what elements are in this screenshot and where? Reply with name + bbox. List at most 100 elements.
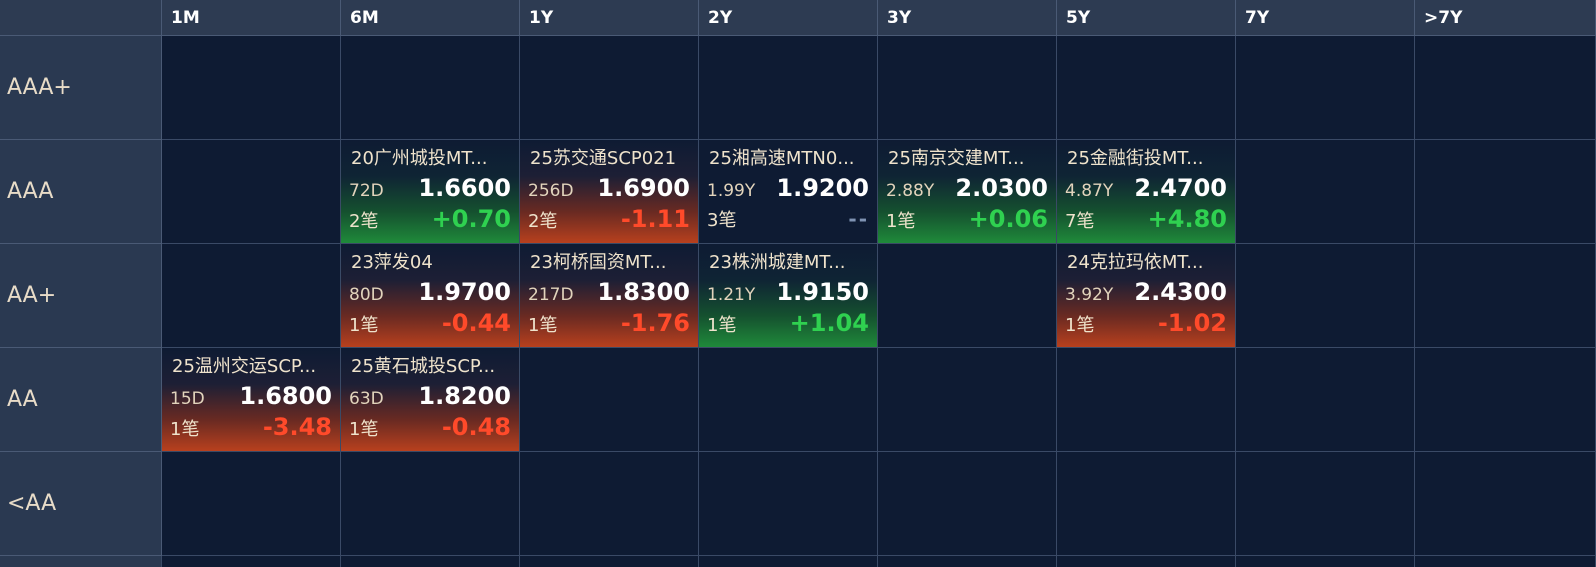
matrix-cell-r4-c2	[520, 452, 699, 556]
bond-card[interactable]: 24克拉玛依MT... 3.92Y 2.4300 1笔 -1.02	[1057, 244, 1235, 347]
tail-cell-6	[1236, 556, 1415, 567]
col-header-gt7y[interactable]: >7Y	[1415, 0, 1596, 36]
bond-yield: 1.8200	[418, 382, 511, 410]
bond-yield-change: -3.48	[262, 413, 332, 441]
col-header-1m[interactable]: 1M	[162, 0, 341, 36]
matrix-cell-r2-c4	[878, 244, 1057, 348]
matrix-cell-r3-c3	[699, 348, 878, 452]
bond-name: 25湘高速MTN0...	[709, 148, 855, 169]
bond-yield: 2.4300	[1134, 278, 1227, 306]
bond-card[interactable]: 25苏交通SCP021 256D 1.6900 2笔 -1.11	[520, 140, 698, 243]
matrix-cell-r3-c2	[520, 348, 699, 452]
bond-remaining-tenor: 4.87Y	[1065, 181, 1114, 201]
tail-cell-4	[878, 556, 1057, 567]
bond-yield-change: +1.04	[789, 309, 869, 337]
bond-trade-count: 1笔	[886, 211, 916, 232]
matrix-cell-r3-c7	[1415, 348, 1596, 452]
bond-card[interactable]: 25南京交建MT... 2.88Y 2.0300 1笔 +0.06	[878, 140, 1056, 243]
bond-name: 25南京交建MT...	[888, 148, 1025, 169]
bond-yield: 2.4700	[1134, 174, 1227, 202]
tail-cell-7	[1415, 556, 1596, 567]
matrix-cell-r2-c1: 23萍发04 80D 1.9700 1笔 -0.44	[341, 244, 520, 348]
bond-trade-count: 3笔	[707, 210, 737, 231]
bond-yield: 1.9150	[776, 278, 869, 306]
bond-trade-count: 1笔	[528, 315, 558, 336]
bond-yield-change: +0.70	[431, 205, 511, 233]
matrix-cell-r2-c3: 23株洲城建MT... 1.21Y 1.9150 1笔 +1.04	[699, 244, 878, 348]
bond-card[interactable]: 25金融街投MT... 4.87Y 2.4700 7笔 +4.80	[1057, 140, 1235, 243]
bond-trade-count: 1笔	[349, 419, 379, 440]
bond-yield: 1.8300	[597, 278, 690, 306]
bond-card[interactable]: 20广州城投MT... 72D 1.6600 2笔 +0.70	[341, 140, 519, 243]
matrix-cell-r4-c0	[162, 452, 341, 556]
matrix-cell-r3-c5	[1057, 348, 1236, 452]
row-header-1[interactable]: AAA	[0, 140, 162, 244]
col-header-3y[interactable]: 3Y	[878, 0, 1057, 36]
row-header-3[interactable]: AA	[0, 348, 162, 452]
bond-card[interactable]: 25温州交运SCP... 15D 1.6800 1笔 -3.48	[162, 348, 340, 451]
bond-name: 25黄石城投SCP...	[351, 356, 496, 377]
matrix-cell-r1-c7	[1415, 140, 1596, 244]
bond-remaining-tenor: 72D	[349, 181, 384, 201]
bond-yield: 2.0300	[955, 174, 1048, 202]
matrix-cell-r4-c1	[341, 452, 520, 556]
bond-remaining-tenor: 2.88Y	[886, 181, 935, 201]
matrix-cell-r4-c7	[1415, 452, 1596, 556]
matrix-cell-r0-c4	[878, 36, 1057, 140]
bond-remaining-tenor: 256D	[528, 181, 574, 201]
tail-cell-0	[162, 556, 341, 567]
matrix-cell-r2-c5: 24克拉玛依MT... 3.92Y 2.4300 1笔 -1.02	[1057, 244, 1236, 348]
row-header-4[interactable]: <AA	[0, 452, 162, 556]
tail-cell-1	[341, 556, 520, 567]
bond-remaining-tenor: 1.99Y	[707, 181, 756, 201]
matrix-cell-r2-c2: 23柯桥国资MT... 217D 1.8300 1笔 -1.76	[520, 244, 699, 348]
bond-card[interactable]: 25湘高速MTN0... 1.99Y 1.9200 3笔 --	[699, 140, 877, 243]
bond-trade-count: 1笔	[170, 419, 200, 440]
bond-name: 25温州交运SCP...	[172, 356, 317, 377]
matrix-cell-r1-c4: 25南京交建MT... 2.88Y 2.0300 1笔 +0.06	[878, 140, 1057, 244]
matrix-cell-r4-c5	[1057, 452, 1236, 556]
matrix-cell-r0-c3	[699, 36, 878, 140]
tail-row-header	[0, 556, 162, 567]
col-header-6m[interactable]: 6M	[341, 0, 520, 36]
bond-name: 23株洲城建MT...	[709, 252, 846, 273]
col-header-2y[interactable]: 2Y	[699, 0, 878, 36]
bond-yield-change: +0.06	[968, 205, 1048, 233]
bond-card[interactable]: 23萍发04 80D 1.9700 1笔 -0.44	[341, 244, 519, 347]
bond-card[interactable]: 25黄石城投SCP... 63D 1.8200 1笔 -0.48	[341, 348, 519, 451]
bond-remaining-tenor: 3.92Y	[1065, 285, 1114, 305]
matrix-cell-r4-c6	[1236, 452, 1415, 556]
matrix-cell-r0-c6	[1236, 36, 1415, 140]
matrix-cell-r3-c6	[1236, 348, 1415, 452]
col-header-1y[interactable]: 1Y	[520, 0, 699, 36]
matrix-cell-r4-c4	[878, 452, 1057, 556]
matrix-cell-r3-c1: 25黄石城投SCP... 63D 1.8200 1笔 -0.48	[341, 348, 520, 452]
bond-remaining-tenor: 80D	[349, 285, 384, 305]
matrix-cell-r4-c3	[699, 452, 878, 556]
bond-name: 23萍发04	[351, 252, 433, 273]
bond-remaining-tenor: 1.21Y	[707, 285, 756, 305]
matrix-cell-r3-c0: 25温州交运SCP... 15D 1.6800 1笔 -3.48	[162, 348, 341, 452]
bond-trade-count: 1笔	[707, 315, 737, 336]
bond-card[interactable]: 23柯桥国资MT... 217D 1.8300 1笔 -1.76	[520, 244, 698, 347]
bond-name: 23柯桥国资MT...	[530, 252, 667, 273]
bond-yield-change: --	[848, 207, 869, 231]
corner-header	[0, 0, 162, 36]
bond-name: 25金融街投MT...	[1067, 148, 1204, 169]
bond-yield-change: -0.48	[441, 413, 511, 441]
matrix-cell-r3-c4	[878, 348, 1057, 452]
bond-trade-count: 1笔	[1065, 315, 1095, 336]
bond-trade-count: 1笔	[349, 315, 379, 336]
bond-remaining-tenor: 217D	[528, 285, 574, 305]
row-header-2[interactable]: AA+	[0, 244, 162, 348]
bond-yield-change: -1.76	[620, 309, 690, 337]
bond-name: 24克拉玛依MT...	[1067, 252, 1204, 273]
col-header-7y[interactable]: 7Y	[1236, 0, 1415, 36]
bond-card[interactable]: 23株洲城建MT... 1.21Y 1.9150 1笔 +1.04	[699, 244, 877, 347]
matrix-cell-r0-c1	[341, 36, 520, 140]
bond-yield-change: -1.02	[1157, 309, 1227, 337]
matrix-cell-r1-c3: 25湘高速MTN0... 1.99Y 1.9200 3笔 --	[699, 140, 878, 244]
row-header-0[interactable]: AAA+	[0, 36, 162, 140]
col-header-5y[interactable]: 5Y	[1057, 0, 1236, 36]
bond-yield: 1.6800	[239, 382, 332, 410]
